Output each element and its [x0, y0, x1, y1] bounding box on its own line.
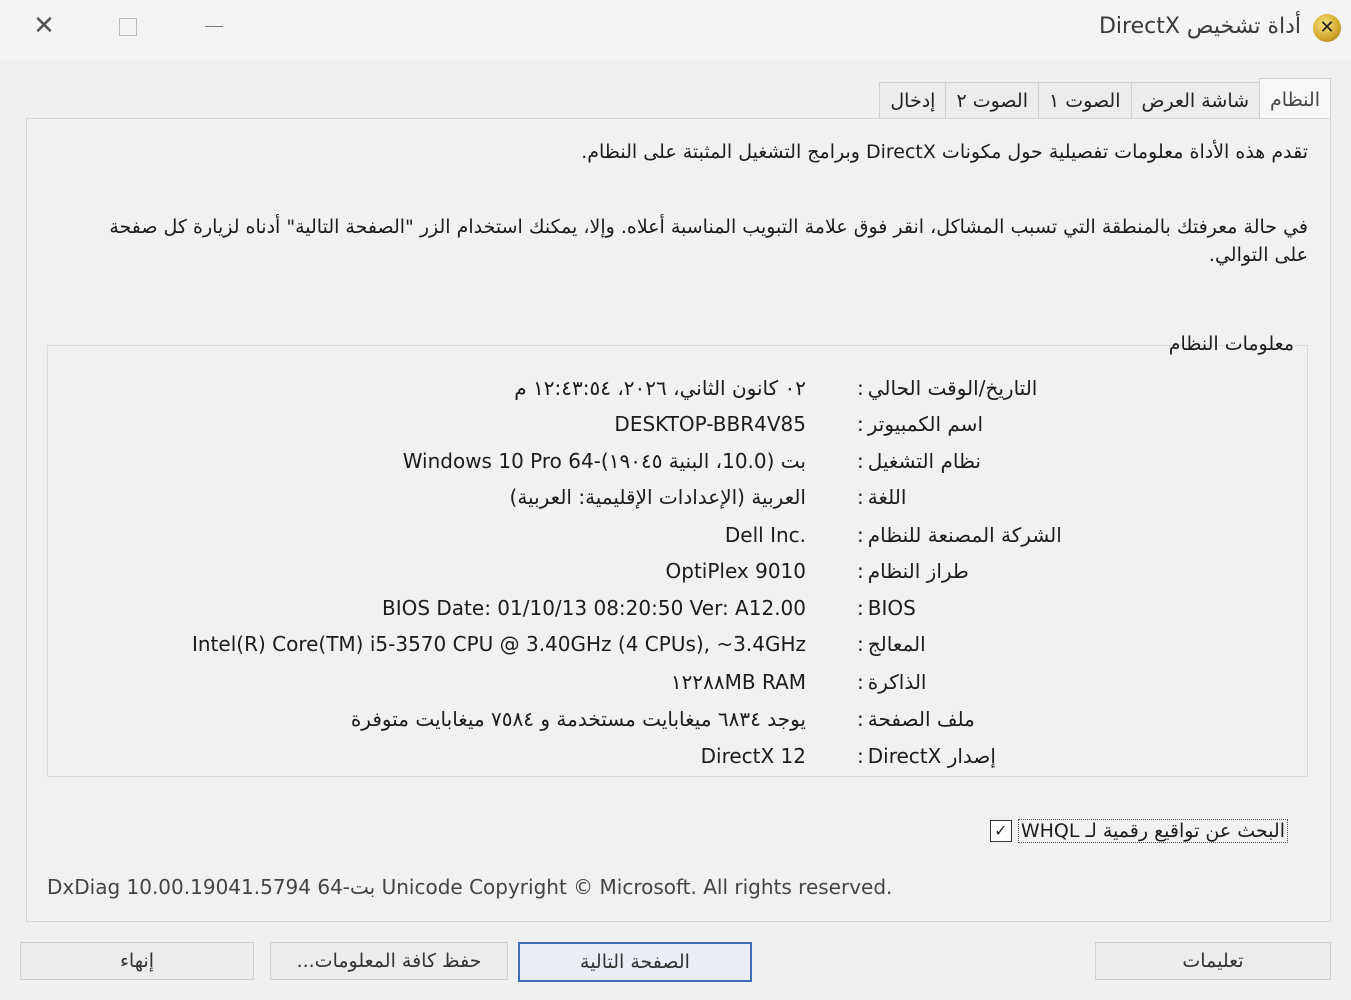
tab-sound-2[interactable]: الصوت ٢	[945, 82, 1039, 119]
next-page-button[interactable]: الصفحة التالية	[518, 942, 752, 982]
info-row-processor: المعالج: Intel(R) Core(TM) i5-3570 CPU @…	[47, 627, 1330, 661]
tab-display[interactable]: شاشة العرض	[1130, 82, 1261, 119]
info-value: Intel(R) Core(TM) i5-3570 CPU @ 3.40GHz …	[191, 632, 806, 656]
info-value: DESKTOP-BBR4V85	[614, 412, 806, 436]
exit-button[interactable]: إنهاء	[20, 942, 254, 980]
info-row-datetime: التاريخ/الوقت الحالي: ٠٢ كانون الثاني، ٢…	[47, 371, 1330, 405]
title-bar: ✕ أداة تشخيص DirectX ✕	[0, 0, 1351, 60]
info-label: المعالج:	[857, 632, 926, 656]
system-tab-panel: تقدم هذه الأداة معلومات تفصيلية حول مكون…	[26, 118, 1331, 922]
checkmark-icon: ✓	[994, 821, 1008, 840]
info-label: اسم الكمبيوتر:	[857, 412, 983, 436]
info-value: العربية (الإعدادات الإقليمية: العربية)	[509, 485, 806, 509]
maximize-icon	[119, 17, 137, 36]
maximize-window-button[interactable]	[106, 8, 150, 44]
info-row-memory: الذاكرة: ١٢٢٨٨MB RAM	[47, 665, 1330, 699]
info-value: ١٢٢٨٨MB RAM	[670, 670, 806, 694]
info-row-page-file: ملف الصفحة: يوجد ٦٨٣٤ ميغابايت مستخدمة و…	[47, 702, 1330, 736]
info-label: إصدار DirectX:	[857, 744, 996, 768]
window-title: أداة تشخيص DirectX	[1098, 14, 1301, 39]
info-value: يوجد ٦٨٣٤ ميغابايت مستخدمة و ٧٥٨٤ ميغابا…	[350, 707, 806, 731]
dxdiag-app-icon: ✕	[1313, 14, 1341, 42]
info-row-directx-version: إصدار DirectX: DirectX 12	[47, 739, 1330, 773]
info-value: OptiPlex 9010	[665, 559, 807, 583]
info-label: اللغة:	[857, 485, 907, 509]
info-value: ٠٢ كانون الثاني، ٢٠٢٦، ١٢:٤٣:٥٤ م	[514, 376, 806, 400]
info-row-bios: BIOS: BIOS Date: 01/10/13 08:20:50 Ver: …	[47, 591, 1330, 625]
tab-system[interactable]: النظام	[1259, 78, 1331, 119]
info-label: الشركة المصنعة للنظام:	[857, 523, 1062, 547]
info-label: نظام التشغيل:	[857, 449, 981, 473]
info-row-model: طراز النظام: OptiPlex 9010	[47, 554, 1330, 588]
tab-strip: النظام شاشة العرض الصوت ١ الصوت ٢ إدخال	[879, 78, 1331, 120]
info-value: Dell Inc.	[724, 523, 806, 547]
info-label: طراز النظام:	[857, 559, 969, 583]
dxdiag-version-line: DxDiag 10.00.19041.5794 64-بت Unicode Co…	[47, 875, 893, 899]
close-icon: ✕	[33, 11, 55, 41]
minimize-icon	[205, 26, 223, 27]
minimize-window-button[interactable]	[192, 8, 236, 44]
info-row-language: اللغة: العربية (الإعدادات الإقليمية: الع…	[47, 480, 1330, 514]
whql-checkbox[interactable]: ✓	[989, 820, 1012, 842]
info-label: الذاكرة:	[857, 670, 927, 694]
save-all-information-button[interactable]: حفظ كافة المعلومات...	[270, 942, 508, 980]
intro-text-1: تقدم هذه الأداة معلومات تفصيلية حول مكون…	[581, 141, 1308, 163]
info-row-manufacturer: الشركة المصنعة للنظام: Dell Inc.	[47, 518, 1330, 552]
tab-input[interactable]: إدخال	[879, 82, 947, 119]
dxdiag-window: ✕ أداة تشخيص DirectX ✕ النظام شاشة العرض…	[0, 0, 1351, 1000]
info-value: Windows 10 Pro 64-بت (10.0، البنية ١٩٠٤٥…	[402, 449, 806, 473]
info-label: BIOS:	[857, 596, 916, 620]
info-value: BIOS Date: 01/10/13 08:20:50 Ver: A12.00	[381, 596, 806, 620]
info-row-os: نظام التشغيل: Windows 10 Pro 64-بت (10.0…	[47, 444, 1330, 478]
info-label: التاريخ/الوقت الحالي:	[857, 376, 1038, 400]
whql-checkbox-row[interactable]: ✓ البحث عن تواقيع رقمية لـ WHQL	[989, 819, 1288, 843]
close-window-button[interactable]: ✕	[22, 8, 66, 44]
help-button[interactable]: تعليمات	[1095, 942, 1331, 980]
tab-sound-1[interactable]: الصوت ١	[1037, 82, 1132, 119]
info-value: DirectX 12	[700, 744, 806, 768]
info-label: ملف الصفحة:	[857, 707, 975, 731]
whql-checkbox-label[interactable]: البحث عن تواقيع رقمية لـ WHQL	[1017, 819, 1288, 843]
system-info-section-label: معلومات النظام	[1168, 333, 1294, 355]
intro-text-2: في حالة معرفتك بالمنطقة التي تسبب المشاك…	[109, 216, 1308, 266]
info-row-computer-name: اسم الكمبيوتر: DESKTOP-BBR4V85	[47, 407, 1330, 441]
